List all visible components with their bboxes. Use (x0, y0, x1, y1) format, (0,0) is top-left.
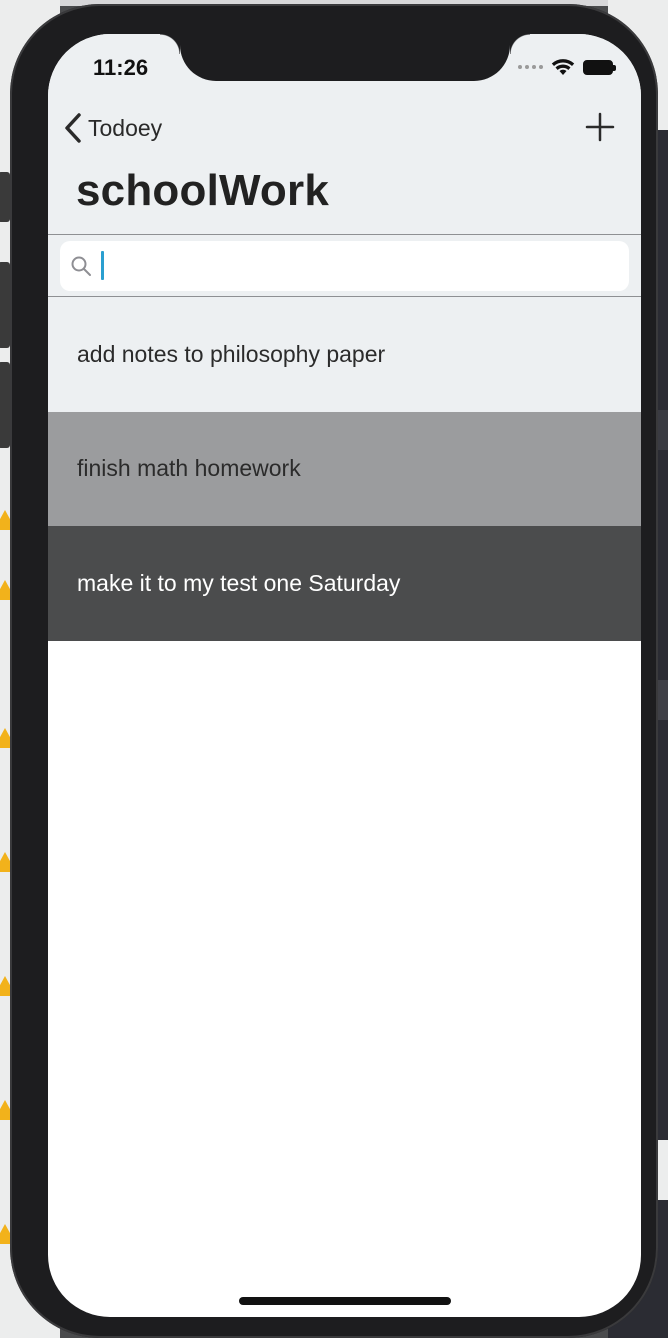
xcode-tab (0, 172, 10, 222)
xcode-tab (0, 362, 10, 448)
iphone-frame: 11:26 Todoey schoolWork add notes to phi… (10, 4, 658, 1338)
list-item[interactable]: make it to my test one Saturday (48, 526, 641, 641)
back-button-label: Todoey (88, 114, 163, 141)
search-field[interactable] (60, 241, 629, 291)
wifi-icon (551, 59, 575, 75)
status-time: 11:26 (93, 55, 149, 80)
app-screen: 11:26 Todoey schoolWork add notes to phi… (48, 34, 641, 1317)
list-item[interactable]: add notes to philosophy paper (48, 297, 641, 412)
search-input[interactable] (98, 249, 626, 283)
search-icon (71, 256, 91, 276)
device-notch (160, 34, 530, 81)
battery-icon (583, 59, 616, 75)
list-item-title: make it to my test one Saturday (77, 569, 401, 596)
home-indicator[interactable] (239, 1297, 451, 1305)
status-icons (518, 58, 616, 76)
back-button[interactable]: Todoey (64, 112, 162, 144)
text-cursor (101, 251, 104, 280)
cellular-signal-icon (518, 65, 543, 69)
plus-icon (585, 112, 615, 142)
chevron-left-icon (65, 113, 81, 143)
todo-list: add notes to philosophy paper finish mat… (48, 297, 641, 641)
add-item-button[interactable] (585, 112, 615, 142)
list-item-title: add notes to philosophy paper (77, 340, 386, 367)
xcode-tab (0, 262, 10, 348)
list-item-title: finish math homework (77, 455, 301, 482)
page-title: schoolWork (76, 166, 330, 215)
list-item[interactable]: finish math homework (48, 411, 641, 526)
search-bar (48, 234, 641, 297)
